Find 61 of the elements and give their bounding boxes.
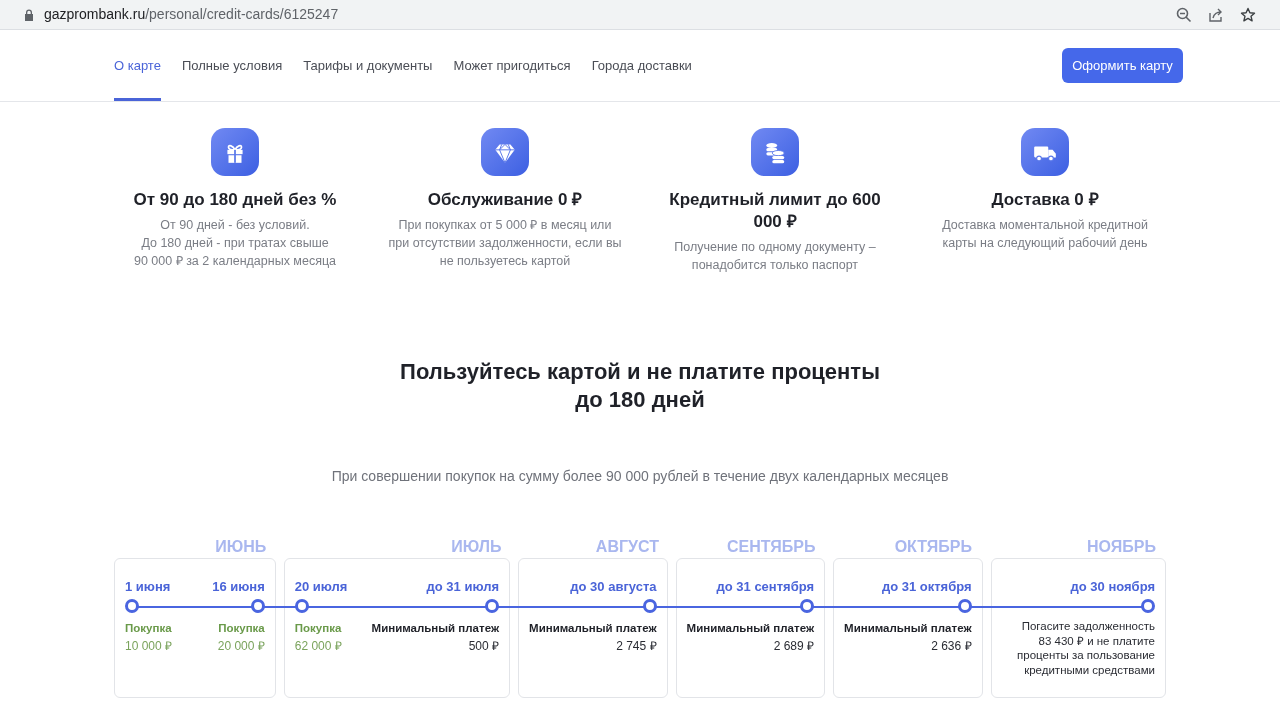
- gift-icon: [211, 128, 259, 176]
- event-amount: 10 000 ₽: [125, 638, 173, 655]
- event-amount: 20 000 ₽: [217, 638, 265, 655]
- nav-tab[interactable]: Полные условия: [181, 30, 283, 101]
- event-label: Покупка: [218, 621, 265, 636]
- apply-button[interactable]: Оформить карту: [1062, 48, 1183, 83]
- month-label: АВГУСТ: [595, 537, 659, 557]
- timeline-node: [957, 599, 972, 613]
- section-subtitle: При совершении покупок на сумму более 90 000 рублей в течение двух календарных месяцев: [331, 467, 949, 486]
- event-amount: 500 ₽: [468, 638, 500, 655]
- event-date: 20 июля: [294, 579, 348, 595]
- timeline-node: [250, 599, 265, 613]
- timeline-node: [125, 599, 139, 613]
- zoom-out-icon[interactable]: [1176, 6, 1192, 23]
- event-amount: 62 000 ₽: [294, 638, 342, 655]
- event-label: Минимальный платеж: [844, 621, 972, 636]
- event-date: 1 июня: [125, 579, 171, 595]
- timeline-node: [485, 599, 500, 613]
- event-date: до 31 октября: [881, 579, 972, 595]
- truck-icon: [1021, 128, 1069, 176]
- event-date: до 30 августа: [570, 579, 657, 595]
- feature-description: Доставка моментальной кредитной карты на следующий рабочий день: [942, 217, 1148, 252]
- nav-tab[interactable]: О карте: [114, 30, 161, 101]
- timeline-node: [800, 599, 815, 613]
- month-label: СЕНТЯБРЬ: [726, 537, 816, 557]
- timeline-node: [294, 599, 309, 613]
- nav-tab[interactable]: Тарифы и документы: [303, 30, 433, 101]
- event-amount: 2 636 ₽: [931, 638, 972, 655]
- event-date: 16 июня: [212, 579, 265, 595]
- event-amount: 2 745 ₽: [616, 638, 657, 655]
- event-amount: 2 689 ₽: [773, 638, 815, 655]
- timeline-node: [1141, 599, 1155, 613]
- timeline-node: [642, 599, 657, 613]
- event-date: до 30 ноября: [1070, 579, 1155, 595]
- feature-title: Обслуживание 0 ₽: [427, 189, 583, 211]
- event-label: Минимальный платеж: [686, 621, 815, 636]
- event-note: Погасите задолженность 83 430 ₽ и не платите проценты за пользование кредитными средствами: [1017, 619, 1155, 677]
- star-icon[interactable]: [1240, 6, 1256, 23]
- share-icon[interactable]: [1208, 6, 1224, 23]
- event-label: Покупка: [294, 621, 342, 636]
- feature-title: Доставка 0 ₽: [991, 189, 1099, 211]
- feature-description: При покупках от 5 000 ₽ в месяц или при отсутствии задолженности, если вы не пользуетесь картой: [388, 217, 622, 270]
- nav-tab[interactable]: Может пригодиться: [453, 30, 571, 101]
- month-label: ИЮНЬ: [215, 537, 267, 557]
- month-label: НОЯБРЬ: [1087, 537, 1156, 557]
- diamond-icon: [481, 128, 529, 176]
- event-date: до 31 июля: [426, 579, 500, 595]
- month-label: ИЮЛЬ: [451, 537, 502, 557]
- coins-icon: [751, 128, 799, 176]
- section-heading: Пользуйтесь картой и не платите проценты до 180 дней: [400, 358, 880, 414]
- month-label: ОКТЯБРЬ: [894, 537, 972, 557]
- feature-title: От 90 до 180 дней без %: [133, 189, 337, 211]
- nav-tab[interactable]: Города доставки: [591, 30, 692, 101]
- event-date: до 31 сентября: [716, 579, 815, 595]
- feature-description: От 90 дней - без условий. До 180 дней - при тратах свыше 90 000 ₽ за 2 календарных месяца: [133, 217, 337, 270]
- event-label: Минимальный платеж: [529, 621, 657, 636]
- feature-title: Кредитный лимит до 600 000 ₽: [669, 189, 881, 233]
- event-label: Покупка: [125, 621, 172, 636]
- lock-icon: [24, 8, 34, 21]
- event-label: Минимальный платеж: [371, 621, 500, 636]
- feature-description: Получение по одному документу – понадобится только паспорт: [674, 239, 876, 274]
